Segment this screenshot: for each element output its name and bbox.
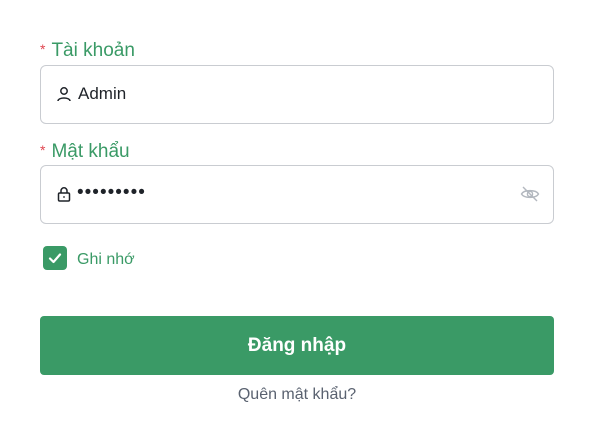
password-field[interactable]: ••••••••• [40,165,554,224]
username-label-text: Tài khoản [51,40,135,61]
forgot-password-link[interactable]: Quên mật khẩu? [40,385,554,405]
password-label: * Mật khẩu [40,141,130,163]
password-value[interactable]: ••••••••• [77,182,146,204]
user-icon [56,86,72,102]
username-label: * Tài khoản [40,40,135,62]
remember-label[interactable]: Ghi nhớ [77,251,135,269]
username-field[interactable]: Admin [40,65,554,124]
required-mark: * [40,41,46,57]
eye-off-icon[interactable] [520,185,540,203]
username-value[interactable]: Admin [78,84,126,104]
remember-me[interactable]: Ghi nhớ [43,246,135,270]
check-icon [48,253,62,264]
lock-icon [56,186,72,202]
required-mark: * [40,142,46,158]
remember-checkbox[interactable] [43,246,67,270]
password-label-text: Mật khẩu [51,141,130,162]
login-button[interactable]: Đăng nhập [40,316,554,375]
